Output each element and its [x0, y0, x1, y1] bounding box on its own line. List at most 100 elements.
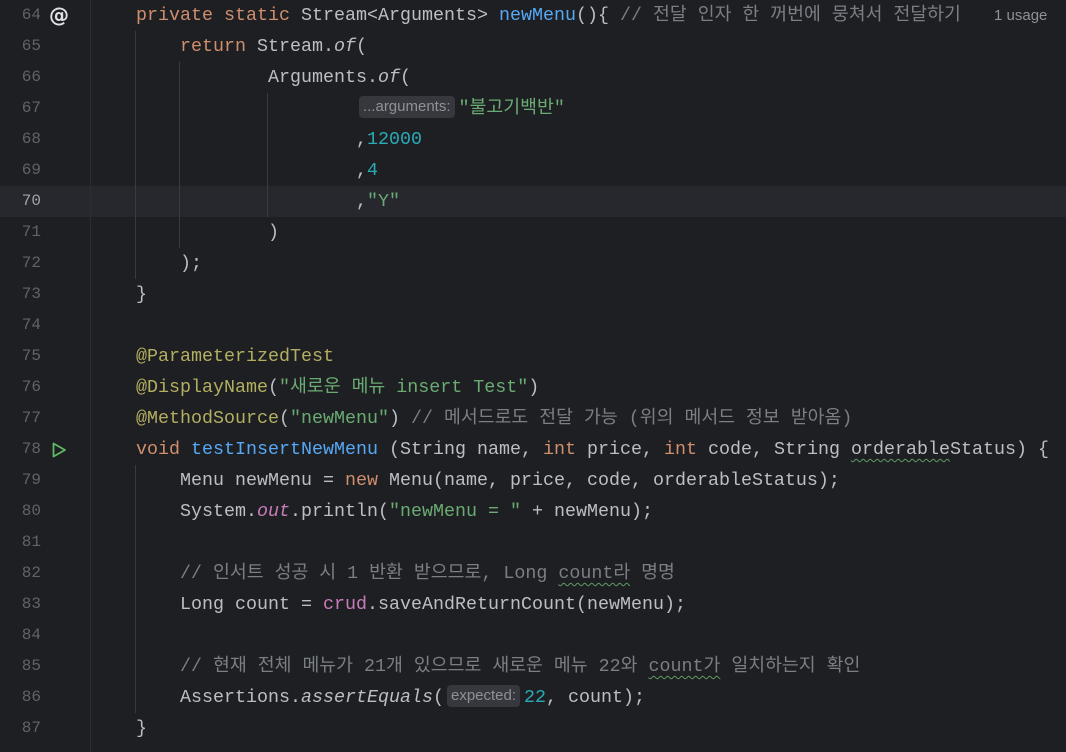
code-line-text[interactable]: ): [92, 217, 1066, 248]
code-ws: [92, 408, 136, 429]
code-comment: // 인서트 성공 시 1 반환 받으므로, Long: [180, 563, 559, 584]
code-ws: [92, 563, 180, 584]
code-keyword: int: [663, 439, 697, 460]
code-plain: System.: [180, 501, 257, 522]
code-line-text[interactable]: ,"Y": [92, 186, 1066, 217]
code-string: "Y": [366, 191, 400, 212]
line-number: 80: [21, 502, 41, 520]
line-number: 83: [21, 595, 41, 613]
line-number: 84: [21, 626, 41, 644]
gutter: 76: [0, 372, 92, 403]
run-test-icon[interactable]: [48, 434, 70, 465]
code-line-text[interactable]: private static Stream<Arguments> newMenu…: [92, 0, 1066, 31]
at-sign-icon[interactable]: @: [48, 0, 70, 31]
line-number: 66: [21, 68, 41, 86]
code-line-text[interactable]: Assertions.assertEquals(expected: 22, cou…: [92, 682, 1066, 713]
code-plain: ): [388, 408, 411, 429]
code-ws: [92, 36, 180, 57]
code-static-field: out: [257, 501, 290, 522]
code-line-text[interactable]: ...arguments: "불고기백반": [92, 93, 1066, 124]
code-line-text[interactable]: // 인서트 성공 시 1 반환 받으므로, Long count라 명명: [92, 558, 1066, 589]
code-ws: [92, 284, 136, 305]
code-plain: ,: [355, 160, 367, 181]
usages-inlay-hint[interactable]: 1 usage: [994, 0, 1047, 31]
code-keyword: int: [542, 439, 576, 460]
line-number: 68: [21, 130, 41, 148]
code-line-text[interactable]: Arguments.of(: [92, 62, 1066, 93]
code-string: "newMenu": [289, 408, 389, 429]
indent-guide: [179, 62, 180, 248]
code-line-text[interactable]: ,12000: [92, 124, 1066, 155]
code-line-text[interactable]: [92, 310, 1066, 341]
line-number: 71: [21, 223, 41, 241]
code-plain: ,: [355, 191, 367, 212]
code-line-text[interactable]: }: [92, 279, 1066, 310]
gutter: 65: [0, 31, 92, 62]
code-line-text[interactable]: );: [92, 248, 1066, 279]
editor-line: 66 Arguments.of(: [0, 62, 1066, 93]
code-line-text[interactable]: @MethodSource("newMenu") // 메서드로도 전달 가능 …: [92, 403, 1066, 434]
code-line-text[interactable]: @ParameterizedTest: [92, 341, 1066, 372]
code-line-text[interactable]: Long count = crud.saveAndReturnCount(new…: [92, 589, 1066, 620]
editor-line: 64 @ private static Stream<Arguments> new…: [0, 0, 1066, 31]
editor-line: 83 Long count = crud.saveAndReturnCount(…: [0, 589, 1066, 620]
parameter-name-hint: ...arguments:: [358, 96, 455, 119]
code-keyword: void: [136, 439, 180, 460]
code-string: "불고기백반": [458, 98, 565, 119]
code-plain: (: [356, 36, 367, 57]
code-line-text[interactable]: ,4: [92, 155, 1066, 186]
gutter: 75: [0, 341, 92, 372]
gutter: 64 @: [0, 0, 92, 31]
editor-lines: 64 @ private static Stream<Arguments> new…: [0, 0, 1066, 744]
code-ws: [92, 718, 136, 739]
code-line-text[interactable]: Menu newMenu = new Menu(name, price, cod…: [92, 465, 1066, 496]
gutter: 84: [0, 620, 92, 651]
code-comment: // 현재 전체 메뉴가 21개 있으므로 새로운 메뉴 22와: [180, 656, 649, 677]
gutter: 69: [0, 155, 92, 186]
line-number: 64: [21, 6, 41, 24]
code-string: "새로운 메뉴 insert Test": [278, 377, 529, 398]
code-field: crud: [322, 594, 367, 615]
code-line-text[interactable]: [92, 620, 1066, 651]
code-line-text[interactable]: System.out.println("newMenu = " + newMen…: [92, 496, 1066, 527]
code-line-text[interactable]: }: [92, 713, 1066, 744]
editor-line: 84: [0, 620, 1066, 651]
gutter: 70: [0, 186, 92, 217]
code-comment: count가: [648, 656, 721, 677]
code-annotation: @MethodSource: [136, 408, 279, 429]
code-comment: // 전달 인자 한 꺼번에 뭉쳐서 전달하기: [619, 5, 961, 26]
code-line-text[interactable]: return Stream.of(: [92, 31, 1066, 62]
code-comment: count라: [558, 563, 631, 584]
editor-line: 77 @MethodSource("newMenu") // 메서드로도 전달 …: [0, 403, 1066, 434]
code-plain: ): [528, 377, 540, 398]
code-line-text[interactable]: // 현재 전체 메뉴가 21개 있으므로 새로운 메뉴 22와 count가 …: [92, 651, 1066, 682]
editor-line: 65 return Stream.of(: [0, 31, 1066, 62]
code-declaration: newMenu: [498, 5, 576, 26]
code-plain: Stream<Arguments>: [290, 5, 499, 26]
line-number: 65: [21, 37, 41, 55]
editor-line: 82 // 인서트 성공 시 1 반환 받으므로, Long count라 명명: [0, 558, 1066, 589]
gutter: 68: [0, 124, 92, 155]
code-line-text[interactable]: [92, 527, 1066, 558]
code-plain: Stream.: [246, 36, 334, 57]
code-line-text[interactable]: @DisplayName("새로운 메뉴 insert Test"): [92, 372, 1066, 403]
code-ws: [92, 439, 136, 460]
code-number: 12000: [366, 129, 422, 150]
code-plain: .saveAndReturnCount(newMenu);: [366, 594, 686, 615]
editor-line: 85 // 현재 전체 메뉴가 21개 있으므로 새로운 메뉴 22와 coun…: [0, 651, 1066, 682]
gutter: 74: [0, 310, 92, 341]
code-plain: Arguments.: [267, 67, 378, 88]
parameter-name-hint: expected:: [446, 685, 521, 708]
code-plain: code, String: [696, 439, 851, 460]
code-ws: [92, 98, 356, 119]
code-keyword: private: [136, 5, 213, 26]
code-ws: [92, 656, 180, 677]
code-ws: [92, 129, 356, 150]
line-number: 74: [21, 316, 41, 334]
code-ws: [92, 501, 180, 522]
code-annotation: @DisplayName: [136, 377, 268, 398]
editor-line: 72 );: [0, 248, 1066, 279]
code-line-text[interactable]: void testInsertNewMenu (String name, int…: [92, 434, 1066, 465]
editor-line: 87 }: [0, 713, 1066, 744]
gutter: 86: [0, 682, 92, 713]
